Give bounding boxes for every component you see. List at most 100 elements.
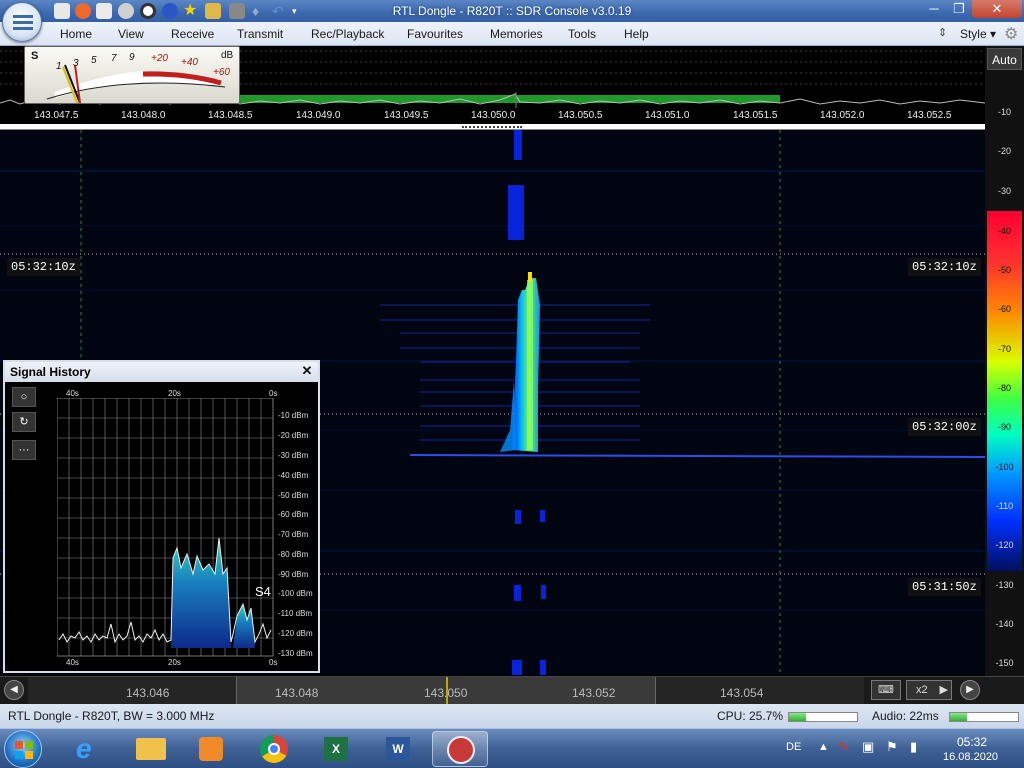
settings-gear-icon[interactable]: ⚙ [1004, 24, 1018, 44]
menu-help[interactable]: Help [624, 27, 649, 41]
keyboard-icon[interactable]: ⌨ [871, 680, 901, 700]
s-meter-tick: +60 [213, 67, 230, 78]
history-dbm-label: -20 dBm [278, 431, 309, 440]
tuning-bar[interactable]: ◀ 143.046 143.048 143.050 143.052 143.05… [0, 676, 1024, 704]
acrobat-tray-icon[interactable]: ✎ [838, 739, 849, 755]
play-icon[interactable] [118, 3, 134, 19]
clock-time[interactable]: 05:32 [957, 735, 987, 749]
menu-receive[interactable]: Receive [171, 27, 214, 41]
signal-history-panel[interactable]: Signal History ✕ ○ ↻ ··· 40s 20s 0s 40s … [3, 360, 320, 673]
windows-taskbar: e X W DE ▲ ✎ ▣ ⚑ ▮ 05:32 16.08.2020 [0, 728, 1024, 768]
language-indicator[interactable]: DE [786, 741, 801, 753]
internet-explorer-icon[interactable]: e [62, 731, 118, 767]
favourite-star-icon[interactable]: ★ [183, 3, 199, 19]
freq-tick-label: 143.052.5 [907, 110, 952, 121]
camera-icon[interactable] [229, 3, 245, 19]
s-meter-tick: 3 [73, 58, 79, 69]
freq-tick-label: 143.050.5 [558, 110, 603, 121]
menu-rec-playback[interactable]: Rec/Playback [311, 27, 384, 41]
history-time-top: 20s [168, 389, 181, 398]
style-menu-button[interactable]: Style ▾ [960, 27, 996, 41]
scroll-left-button[interactable]: ◀ [4, 680, 24, 700]
menu-memories[interactable]: Memories [490, 27, 543, 41]
s-meter-tick: 5 [91, 55, 97, 66]
drop-icon[interactable]: ♦ [252, 3, 268, 19]
history-dbm-label: -130 dBm [278, 649, 313, 658]
device-status: RTL Dongle - R820T, BW = 3.000 MHz [8, 709, 215, 723]
audio-status: Audio: 22ms [872, 709, 939, 723]
close-window-button[interactable]: ✕ [972, 0, 1022, 18]
db-scale-label: -100 [995, 462, 1014, 472]
media-player-icon[interactable] [182, 731, 238, 767]
menu-home[interactable]: Home [60, 27, 92, 41]
history-dbm-label: -100 dBm [278, 589, 313, 598]
signal-history-titlebar[interactable]: Signal History ✕ [5, 362, 318, 382]
device-tray-icon[interactable]: ▣ [862, 739, 874, 755]
db-scale-label: -130 [995, 580, 1014, 590]
menu-tools[interactable]: Tools [568, 27, 596, 41]
scroll-right-button[interactable]: ▶ [960, 680, 980, 700]
db-scale-label: -140 [995, 619, 1014, 629]
s-meter-tick: +20 [151, 53, 168, 64]
network-signal-icon[interactable]: ▮ [910, 739, 917, 755]
auto-scale-button[interactable]: Auto [987, 48, 1022, 70]
waterfall-time-label: 05:31:50z [908, 578, 981, 596]
history-time-bottom: 0s [269, 658, 278, 667]
history-time-bottom: 40s [66, 658, 79, 667]
home-icon[interactable] [54, 3, 70, 19]
cpu-meter [788, 712, 858, 722]
signal-history-title: Signal History [10, 365, 91, 379]
add-icon[interactable] [162, 3, 178, 19]
sdr-console-taskbar-icon[interactable] [432, 731, 488, 767]
s-meter-s-label: S [31, 50, 39, 62]
tuning-freq-label: 143.046 [126, 686, 170, 700]
undo-icon[interactable]: ↶ [272, 3, 288, 19]
chrome-icon[interactable] [246, 731, 302, 767]
action-center-flag-icon[interactable]: ⚑ [886, 739, 898, 755]
clock-date[interactable]: 16.08.2020 [943, 751, 998, 763]
db-scale-label: -150 [995, 658, 1014, 668]
style-arrows-icon: ⇕ [938, 27, 948, 39]
minimize-button[interactable]: ─ [920, 0, 948, 18]
s-meter-tick: 7 [111, 53, 117, 64]
db-scale-label: -90 [997, 422, 1011, 432]
stop-icon[interactable] [140, 3, 156, 19]
db-scale-label: -10 [997, 107, 1011, 117]
start-button[interactable] [4, 730, 42, 768]
menu-view[interactable]: View [118, 27, 144, 41]
audio-meter [949, 712, 1019, 722]
db-scale-label: -70 [997, 344, 1011, 354]
show-hidden-icons-icon[interactable]: ▲ [818, 741, 829, 753]
zoom-label: x2 [916, 684, 928, 696]
freq-tick-label: 143.047.5 [34, 110, 79, 121]
menu-bar: Home View Receive Transmit Rec/Playback … [0, 22, 1024, 46]
menu-transmit[interactable]: Transmit [237, 27, 283, 41]
title-bar: RTL Dongle - R820T :: SDR Console v3.0.1… [0, 0, 1024, 22]
history-reset-button[interactable]: ○ [12, 387, 36, 407]
record-list-icon[interactable] [96, 3, 112, 19]
freq-tick-label: 143.050.0 [471, 110, 516, 121]
lifebuoy-icon[interactable] [75, 3, 91, 19]
history-dbm-label: -90 dBm [278, 570, 309, 579]
status-bar: RTL Dongle - R820T, BW = 3.000 MHz CPU: … [0, 704, 1024, 728]
signal-history-close-button[interactable]: ✕ [300, 364, 314, 378]
history-time-bottom: 20s [168, 658, 181, 667]
history-dbm-label: -50 dBm [278, 491, 309, 500]
zoom-selector[interactable]: x2 ▶ [906, 680, 952, 700]
file-explorer-icon[interactable] [122, 731, 178, 767]
freq-tick-label: 143.049.5 [384, 110, 429, 121]
lock-icon[interactable] [205, 3, 221, 19]
history-dbm-label: -10 dBm [278, 411, 309, 420]
menu-favourites[interactable]: Favourites [407, 27, 463, 41]
word-icon[interactable]: W [370, 731, 426, 767]
history-dbm-label: -80 dBm [278, 550, 309, 559]
excel-icon[interactable]: X [308, 731, 364, 767]
db-scale-label: -120 [995, 540, 1014, 550]
app-menu-orb-button[interactable] [2, 2, 42, 42]
history-refresh-button[interactable]: ↻ [12, 412, 36, 432]
history-more-button[interactable]: ··· [12, 440, 36, 460]
waterfall-time-label: 05:32:10z [7, 258, 80, 276]
quick-access-dropdown-icon[interactable]: ▾ [292, 3, 308, 19]
maximize-button[interactable]: ❐ [945, 0, 973, 18]
history-dbm-label: -110 dBm [278, 609, 313, 618]
